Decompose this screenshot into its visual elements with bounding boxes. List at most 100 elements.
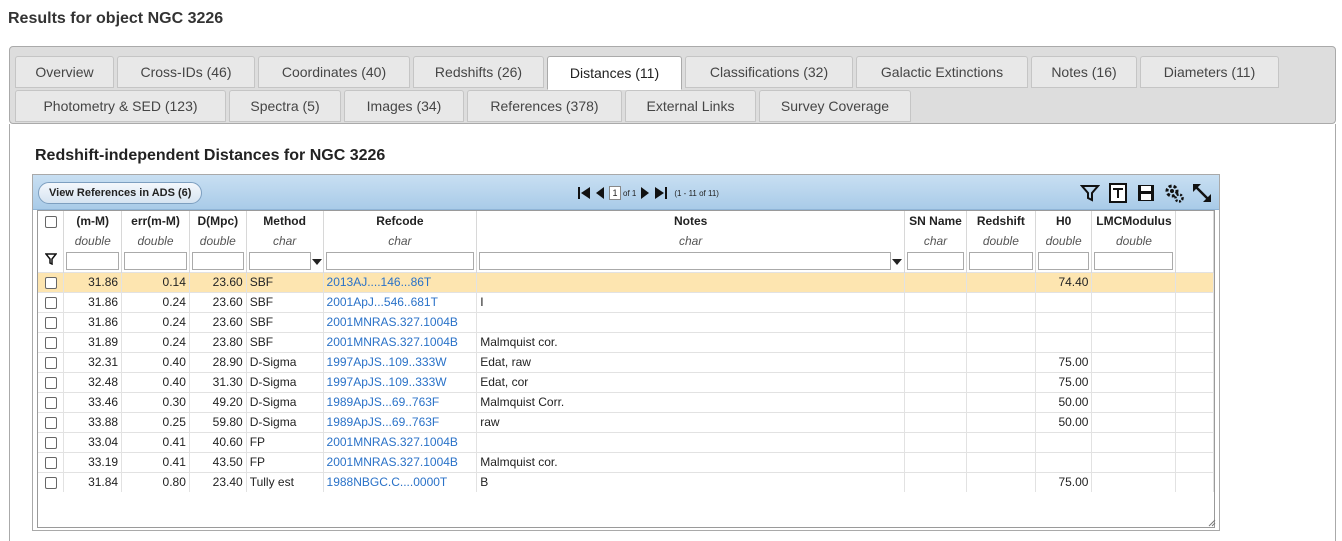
row-checkbox[interactable] bbox=[44, 456, 57, 469]
row-select-cell[interactable] bbox=[38, 331, 65, 352]
filter-input-mm[interactable] bbox=[66, 251, 120, 270]
column-header[interactable]: SN Name bbox=[904, 211, 967, 231]
row-checkbox[interactable] bbox=[44, 477, 57, 490]
filter-input-err[interactable] bbox=[124, 251, 187, 270]
row-select-cell[interactable] bbox=[38, 391, 65, 412]
refcode-link[interactable]: 2001MNRAS.327.1004B bbox=[323, 311, 478, 332]
expand-icon[interactable] bbox=[1191, 182, 1213, 204]
column-header[interactable]: Refcode bbox=[323, 211, 478, 231]
tab-spectra[interactable]: Spectra (5) bbox=[229, 90, 341, 122]
tab-distances[interactable]: Distances (11) bbox=[547, 56, 682, 90]
tab-classifications[interactable]: Classifications (32) bbox=[685, 56, 853, 88]
tab-references[interactable]: References (378) bbox=[467, 90, 622, 122]
row-checkbox[interactable] bbox=[44, 396, 57, 409]
column-header[interactable]: H0 bbox=[1035, 211, 1093, 231]
row-select-cell[interactable] bbox=[38, 271, 65, 292]
filter-input-refcode[interactable] bbox=[325, 251, 475, 270]
row-checkbox[interactable] bbox=[44, 416, 57, 429]
row-checkbox[interactable] bbox=[44, 336, 57, 349]
resize-grip-icon[interactable] bbox=[1208, 519, 1216, 527]
page-number-input[interactable]: 1 bbox=[609, 186, 621, 200]
filter-input-redshift[interactable] bbox=[968, 251, 1033, 270]
column-header[interactable]: D(Mpc) bbox=[189, 211, 247, 231]
refcode-link[interactable]: 2001MNRAS.327.1004B bbox=[323, 331, 478, 352]
table-row[interactable]: 33.04 0.41 40.60 FP 2001MNRAS.327.1004B bbox=[38, 431, 1214, 452]
tab-galactic-extinctions[interactable]: Galactic Extinctions bbox=[856, 56, 1028, 88]
table-row[interactable]: 31.84 0.80 23.40 Tully est 1988NBGC.C....000… bbox=[38, 471, 1214, 492]
refcode-link[interactable]: 2001ApJ...546..681T bbox=[323, 291, 478, 312]
filter-cell-d[interactable] bbox=[189, 250, 247, 272]
tab-overview[interactable]: Overview bbox=[15, 56, 114, 88]
refcode-link[interactable]: 2001MNRAS.327.1004B bbox=[323, 431, 478, 452]
table-row[interactable]: 32.48 0.40 31.30 D-Sigma 1997ApJS..109..333W… bbox=[38, 371, 1214, 392]
filter-input-d[interactable] bbox=[191, 251, 244, 270]
refcode-link[interactable]: 1989ApJS...69..763F bbox=[323, 391, 478, 412]
filter-select-notes[interactable] bbox=[479, 251, 903, 270]
settings-icon[interactable] bbox=[1163, 182, 1185, 204]
filter-cell-mm[interactable] bbox=[63, 250, 123, 272]
filter-cell-err[interactable] bbox=[121, 250, 190, 272]
tab-cross-ids[interactable]: Cross-IDs (46) bbox=[117, 56, 255, 88]
row-select-cell[interactable] bbox=[38, 291, 65, 312]
refcode-link[interactable]: 1997ApJS..109..333W bbox=[323, 351, 478, 372]
column-header[interactable]: LMCModulus bbox=[1091, 211, 1177, 231]
next-page-icon[interactable] bbox=[638, 185, 652, 201]
column-header[interactable]: (m-M) bbox=[63, 211, 123, 231]
tab-survey-coverage[interactable]: Survey Coverage bbox=[759, 90, 911, 122]
filter-input-h0[interactable] bbox=[1037, 251, 1090, 270]
column-header[interactable]: Notes bbox=[476, 211, 906, 231]
select-all-checkbox[interactable] bbox=[44, 215, 57, 228]
tab-redshifts[interactable]: Redshifts (26) bbox=[413, 56, 544, 88]
table-row[interactable]: 31.86 0.14 23.60 SBF 2013AJ....146...86T 74.4… bbox=[38, 271, 1214, 292]
column-header[interactable]: err(m-M) bbox=[121, 211, 190, 231]
last-page-icon[interactable] bbox=[654, 185, 668, 201]
first-page-icon[interactable] bbox=[577, 185, 591, 201]
filter-select-method[interactable] bbox=[248, 251, 322, 270]
save-icon[interactable] bbox=[1135, 182, 1157, 204]
row-select-cell[interactable] bbox=[38, 371, 65, 392]
prev-page-icon[interactable] bbox=[593, 185, 607, 201]
row-checkbox[interactable] bbox=[44, 356, 57, 369]
filter-cell-method[interactable] bbox=[246, 250, 324, 272]
filter-cell-sn[interactable] bbox=[904, 250, 967, 272]
table-row[interactable]: 31.86 0.24 23.60 SBF 2001MNRAS.327.1004B bbox=[38, 311, 1214, 332]
view-ads-references-button[interactable]: View References in ADS (6) bbox=[38, 182, 203, 204]
tab-diameters[interactable]: Diameters (11) bbox=[1140, 56, 1279, 88]
table-row[interactable]: 31.86 0.24 23.60 SBF 2001ApJ...546..681T I bbox=[38, 291, 1214, 312]
row-select-cell[interactable] bbox=[38, 471, 65, 492]
row-checkbox[interactable] bbox=[44, 316, 57, 329]
filter-input-sn[interactable] bbox=[907, 251, 964, 270]
filter-cell-refcode[interactable] bbox=[323, 250, 478, 272]
filter-cell-h0[interactable] bbox=[1035, 250, 1093, 272]
row-select-cell[interactable] bbox=[38, 431, 65, 452]
table-row[interactable]: 33.19 0.41 43.50 FP 2001MNRAS.327.1004B Malmq… bbox=[38, 451, 1214, 472]
table-row[interactable]: 33.46 0.30 49.20 D-Sigma 1989ApJS...69..763F… bbox=[38, 391, 1214, 412]
row-select-cell[interactable] bbox=[38, 351, 65, 372]
row-select-cell[interactable] bbox=[38, 451, 65, 472]
select-all-cell[interactable] bbox=[38, 211, 65, 231]
column-header[interactable]: Method bbox=[246, 211, 324, 231]
row-checkbox[interactable] bbox=[44, 276, 57, 289]
row-filter-icon[interactable] bbox=[38, 250, 65, 272]
table-container[interactable]: (m-M) err(m-M) D(Mpc) Method Refcode Not… bbox=[37, 210, 1215, 528]
refcode-link[interactable]: 1997ApJS..109..333W bbox=[323, 371, 478, 392]
tab-photometry-sed[interactable]: Photometry & SED (123) bbox=[15, 90, 226, 122]
tab-notes[interactable]: Notes (16) bbox=[1031, 56, 1137, 88]
row-checkbox[interactable] bbox=[44, 436, 57, 449]
refcode-link[interactable]: 2001MNRAS.327.1004B bbox=[323, 451, 478, 472]
filter-cell-notes[interactable] bbox=[476, 250, 906, 272]
row-select-cell[interactable] bbox=[38, 411, 65, 432]
table-row[interactable]: 32.31 0.40 28.90 D-Sigma 1997ApJS..109..333W… bbox=[38, 351, 1214, 372]
filter-icon[interactable] bbox=[1079, 182, 1101, 204]
filter-cell-redshift[interactable] bbox=[966, 250, 1036, 272]
table-row[interactable]: 33.88 0.25 59.80 D-Sigma 1989ApJS...69..763F… bbox=[38, 411, 1214, 432]
tab-images[interactable]: Images (34) bbox=[344, 90, 464, 122]
tab-external-links[interactable]: External Links bbox=[625, 90, 756, 122]
row-select-cell[interactable] bbox=[38, 311, 65, 332]
refcode-link[interactable]: 2013AJ....146...86T bbox=[323, 271, 478, 292]
filter-cell-lmc[interactable] bbox=[1091, 250, 1177, 272]
filter-input-lmc[interactable] bbox=[1094, 251, 1174, 270]
tab-coordinates[interactable]: Coordinates (40) bbox=[258, 56, 410, 88]
row-checkbox[interactable] bbox=[44, 376, 57, 389]
row-checkbox[interactable] bbox=[44, 296, 57, 309]
